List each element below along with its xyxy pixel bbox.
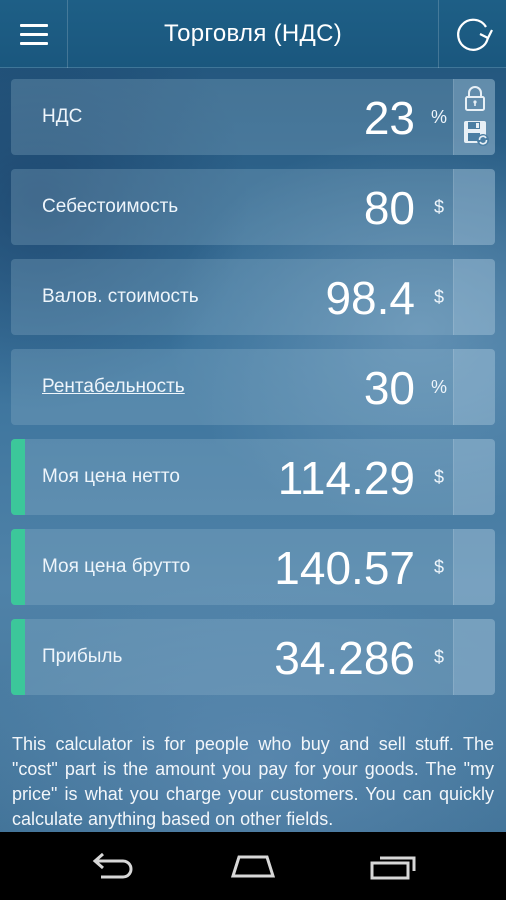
row-label: Моя цена нетто [42,466,180,487]
row-unit: $ [433,197,444,217]
row-side-panel[interactable] [453,529,495,605]
row-my-price-gross[interactable]: Моя цена брутто 140.57 $ [11,529,495,605]
refresh-button[interactable] [438,0,506,68]
row-unit: % [430,377,447,397]
back-icon [92,852,133,879]
page-title: Торговля (НДС) [163,20,343,47]
refresh-icon [457,18,493,51]
menu-button[interactable] [0,0,68,68]
row-label: Моя цена брутто [42,556,191,577]
row-side-panel[interactable] [453,169,495,245]
row-label: Прибыль [42,646,123,667]
home-icon [230,855,276,878]
system-navbar [0,832,506,900]
row-unit: $ [433,557,444,577]
row-unit: $ [433,287,444,307]
lock-icon[interactable] [463,85,487,113]
row-value[interactable]: 80 [364,169,415,245]
profitability-link[interactable]: Рентабельность [42,349,185,425]
row-value[interactable]: 114.29 [278,439,415,515]
row-side-panel[interactable] [453,619,495,695]
row-label: Себестоимость [42,196,179,217]
recent-apps-button[interactable] [334,832,454,900]
row-value[interactable]: 34.286 [274,619,415,695]
accent-bar [11,529,25,605]
app-header: Торговля (НДС) [0,0,506,68]
row-label: Валов. стоимость [42,286,199,307]
hamburger-menu-icon-bar [20,33,48,36]
row-cost[interactable]: Себестоимость 80 $ [11,169,495,245]
row-value[interactable]: 23 [364,79,415,155]
accent-bar [11,619,25,695]
hamburger-menu-icon [20,24,48,27]
row-value[interactable]: 30 [364,349,415,425]
row-unit: % [430,107,447,127]
home-button[interactable] [193,832,313,900]
back-button[interactable] [52,832,172,900]
recent-apps-icon [370,856,416,880]
row-unit: $ [433,467,444,487]
row-profitability[interactable]: Рентабельность 30 % [11,349,495,425]
row-gross-cost[interactable]: Валов. стоимость 98.4 $ [11,259,495,335]
row-side-panel[interactable] [453,259,495,335]
row-vat[interactable]: НДС 23 % [11,79,495,155]
row-profit[interactable]: Прибыль 34.286 $ [11,619,495,695]
row-value[interactable]: 140.57 [274,529,415,605]
row-my-price-net[interactable]: Моя цена нетто 114.29 $ [11,439,495,515]
description-text: This calculator is for people who buy an… [12,734,494,829]
row-side-panel[interactable] [453,349,495,425]
row-side-panel [453,79,495,155]
hamburger-menu-icon-bar [20,42,48,45]
save-icon[interactable] [462,119,490,147]
row-label: НДС [42,106,83,127]
row-side-panel[interactable] [453,439,495,515]
row-unit: $ [433,647,444,667]
row-value[interactable]: 98.4 [325,259,415,335]
accent-bar [11,439,25,515]
